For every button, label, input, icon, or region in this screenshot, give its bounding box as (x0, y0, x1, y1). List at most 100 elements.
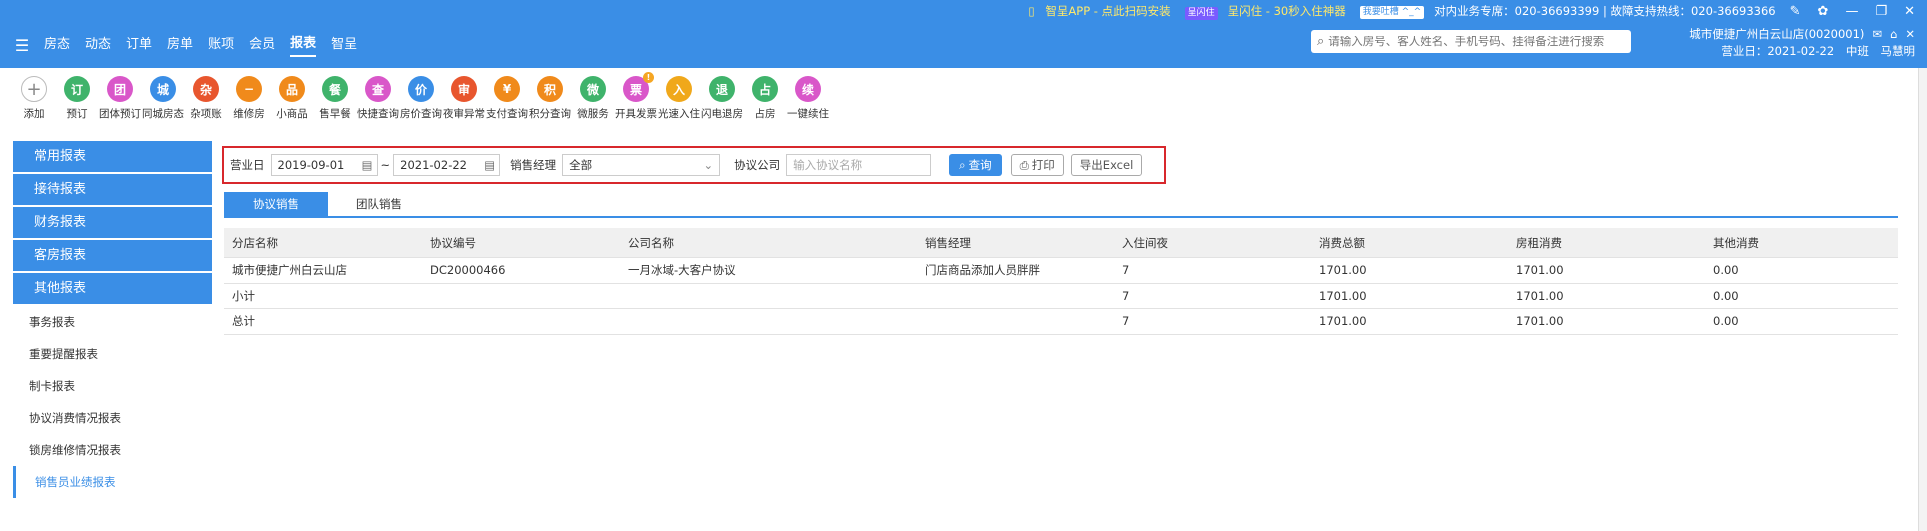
cell-room-rent: 1701.00 (1516, 314, 1564, 329)
toolbar-button-micro-service[interactable]: 微微服务 (573, 68, 613, 121)
toolbar-button-group-booking[interactable]: 团团体预订 (99, 68, 141, 121)
invoice-icon: 票! (623, 72, 654, 102)
nav-item-members[interactable]: 会员 (249, 34, 275, 56)
toolbar-button-repair-room[interactable]: − 维修房 (229, 68, 269, 121)
sidebar-item-lock-repair[interactable]: 锁房维修情况报表 (13, 434, 212, 466)
close-icon[interactable]: ✕ (1904, 4, 1915, 19)
toolbar-label: 一键续住 (787, 108, 829, 120)
toolbar-button-payment-query[interactable]: ¥ 支付查询 (486, 68, 528, 121)
toolbar-button-quick-query[interactable]: 查快捷查询 (357, 68, 399, 121)
gear-icon[interactable]: ✿ (1818, 4, 1829, 19)
col-other[interactable]: 其他消费 (1705, 235, 1898, 251)
report-sidebar: 常用报表 接待报表 财务报表 客房报表 其他报表 事务报表 重要提醒报表 制卡报… (13, 141, 212, 498)
col-room-rent[interactable]: 房租消费 (1508, 235, 1705, 251)
toolbar-button-points-query[interactable]: 积积分查询 (529, 68, 571, 121)
toolbar-button-price-query[interactable]: 价房价查询 (400, 68, 442, 121)
wrench-icon[interactable]: ✎ (1790, 4, 1801, 19)
nav-item-zhicheng[interactable]: 智呈 (331, 34, 357, 56)
col-manager[interactable]: 销售经理 (917, 235, 1114, 251)
shift: 中班 (1845, 44, 1869, 58)
nav-item-room-status[interactable]: 房态 (44, 34, 70, 56)
sidebar-cat-finance[interactable]: 财务报表 (13, 207, 212, 238)
col-total[interactable]: 消费总额 (1311, 235, 1508, 251)
nav-item-reports[interactable]: 报表 (290, 33, 317, 57)
cell-manager: 门店商品添加人员胖胖 (925, 263, 1040, 278)
search-icon: ⌕ (1317, 34, 1325, 49)
calendar-icon[interactable]: ▤ (362, 158, 373, 172)
table-row-total[interactable]: 总计 7 1701.00 1701.00 0.00 (224, 309, 1898, 335)
plus-icon: + (21, 76, 47, 102)
print-button[interactable]: ⎙ 打印 (1010, 154, 1064, 176)
sidebar-cat-rooms[interactable]: 客房报表 (13, 240, 212, 271)
report-panel (222, 141, 1900, 531)
toolbar-button-goods[interactable]: 品小商品 (272, 68, 312, 121)
toolbar-button-misc-bill[interactable]: 杂杂项账 (186, 68, 226, 121)
nav-item-dynamics[interactable]: 动态 (85, 34, 111, 56)
sidebar-cat-other[interactable]: 其他报表 (13, 273, 212, 304)
hotel-info: 城市便捷广州白云山店(0020001) ✉ ⌂ ✕ 营业日：2021-02-22… (1689, 26, 1915, 60)
toolbar-label: 支付查询 (486, 108, 528, 120)
sidebar-item-card[interactable]: 制卡报表 (13, 370, 212, 402)
table-row[interactable]: 城市便捷广州白云山店 DC20000466 一月冰域-大客户协议 门店商品添加人… (224, 258, 1898, 284)
sidebar-cat-common[interactable]: 常用报表 (13, 141, 212, 172)
city-room-icon: 城 (150, 76, 176, 102)
toolbar-button-fast-checkout[interactable]: 退闪电退房 (701, 68, 743, 121)
close-panel-icon[interactable]: ✕ (1905, 26, 1915, 43)
report-table: 分店名称 协议编号 公司名称 销售经理 入住间夜 消费总额 房租消费 其他消费 … (224, 228, 1898, 335)
sidebar-item-agreement[interactable]: 协议消费情况报表 (13, 402, 212, 434)
sidebar-item-sales-performance[interactable]: 销售员业绩报表 (13, 466, 212, 498)
nav-item-accounts[interactable]: 账项 (208, 34, 234, 56)
nav-item-room-bills[interactable]: 房单 (167, 34, 193, 56)
tab-group-sales[interactable]: 团队销售 (336, 192, 422, 216)
feedback-tag: 我要吐槽 ^_^ (1359, 6, 1425, 19)
col-nights[interactable]: 入住间夜 (1114, 235, 1311, 251)
report-tabs: 协议销售 团队销售 (224, 192, 430, 218)
app-download-link[interactable]: ▯ 智呈APP - 点此扫码安装 (1028, 3, 1170, 19)
toolbar-button-plus[interactable]: + 添加 (14, 68, 54, 121)
mail-icon[interactable]: ✉ (1872, 26, 1882, 43)
minimize-icon[interactable]: — (1845, 4, 1858, 19)
sidebar-cat-reception[interactable]: 接待报表 (13, 174, 212, 205)
col-agreement-no[interactable]: 协议编号 (422, 235, 620, 251)
toolbar-button-city-room[interactable]: 城同城房态 (142, 68, 184, 121)
toolbar-button-occupy-room[interactable]: 占占房 (745, 68, 785, 121)
col-company[interactable]: 公司名称 (620, 235, 917, 251)
manager-select[interactable]: 全部 ⌄ (562, 154, 721, 176)
feedback-link[interactable]: 我要吐槽 ^_^ (1353, 3, 1427, 19)
home-icon[interactable]: ⌂ (1890, 26, 1897, 43)
sidebar-item-reminder[interactable]: 重要提醒报表 (13, 338, 212, 370)
printer-icon: ⎙ (1019, 157, 1029, 172)
toolbar-button-breakfast[interactable]: 餐售早餐 (315, 68, 355, 121)
query-button[interactable]: ⌕ 查询 (949, 154, 1002, 176)
company-input[interactable]: 输入协议名称 (786, 154, 932, 176)
toolbar-button-night-audit[interactable]: 审夜审异常 (443, 68, 485, 121)
export-excel-button[interactable]: 导出Excel (1070, 154, 1143, 176)
nav-item-orders[interactable]: 订单 (126, 34, 152, 56)
search-input[interactable] (1328, 35, 1619, 48)
cell-room-rent: 1701.00 (1516, 288, 1564, 303)
date-to-field[interactable]: 2021-02-22 ▤ (393, 154, 501, 176)
col-branch[interactable]: 分店名称 (224, 235, 422, 251)
manager-value: 全部 (569, 158, 593, 172)
toolbar-button-booking[interactable]: 订预订 (57, 68, 97, 121)
calendar-icon[interactable]: ▤ (484, 158, 495, 172)
sidebar-item-affairs[interactable]: 事务报表 (13, 306, 212, 338)
toolbar-button-fast-checkin[interactable]: 入光速入住 (658, 68, 700, 121)
menu-icon[interactable]: ☰ (0, 36, 44, 55)
page-scrollbar[interactable] (1918, 68, 1927, 531)
global-search[interactable]: ⌕ (1311, 30, 1631, 53)
date-from-field[interactable]: 2019-09-01 ▤ (270, 154, 378, 176)
maximize-icon[interactable]: ❐ (1875, 4, 1887, 19)
toolbar-button-invoice[interactable]: 票! 开具发票 (615, 68, 657, 121)
toolbar-label: 微服务 (577, 108, 609, 120)
tab-agreement-sales[interactable]: 协议销售 (224, 192, 328, 216)
toolbar-label: 房价查询 (400, 108, 442, 120)
tab-underline (224, 216, 1898, 218)
flash-checkin-link[interactable]: 呈闪住 呈闪住 - 30秒入住神器 (1178, 3, 1346, 20)
cell-agreement-no: DC20000466 (430, 263, 506, 278)
toolbar-label: 杂项账 (190, 108, 222, 120)
points-query-icon: 积 (537, 76, 563, 102)
toolbar-button-extend-stay[interactable]: 续一键续住 (787, 68, 829, 121)
table-row-subtotal[interactable]: 小计 7 1701.00 1701.00 0.00 (224, 284, 1898, 309)
toolbar-label: 小商品 (276, 108, 308, 120)
